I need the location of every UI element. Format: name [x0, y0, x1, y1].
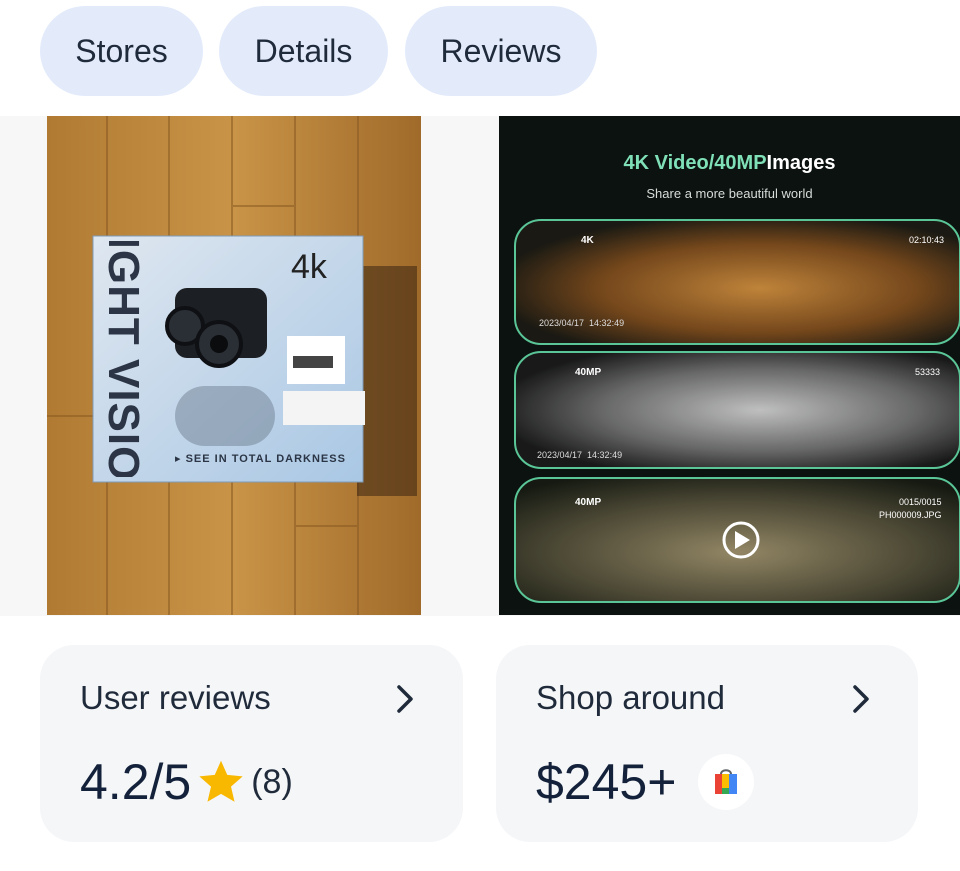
promo-subheading: Share a more beautiful world: [646, 186, 813, 201]
tab-stores-label: Stores: [75, 32, 168, 69]
rating-value: 4.2/5: [80, 754, 192, 810]
price-value: $245+: [536, 754, 677, 810]
box-tagline: ▸ SEE IN TOTAL DARKNESS: [175, 453, 346, 465]
price-row: $245+: [536, 753, 755, 811]
tab-details-label: Details: [254, 32, 353, 69]
user-reviews-title: User reviews: [80, 679, 271, 716]
rating-row: 4.2/5 (8): [80, 753, 293, 811]
chevron-right-icon: [853, 685, 869, 713]
box-badge: 4k: [291, 248, 327, 286]
promo-heading: 4K Video/40MPImages: [623, 152, 836, 174]
tab-stores[interactable]: Stores: [40, 6, 203, 96]
shopping-bag-icon: [698, 754, 755, 810]
product-photo-promo[interactable]: 4K Video/40MPImages Share a more beautif…: [499, 116, 960, 615]
tab-reviews-label: Reviews: [440, 32, 562, 69]
review-count: (8): [251, 762, 293, 801]
tab-reviews[interactable]: Reviews: [405, 6, 597, 96]
star-icon: [199, 760, 243, 802]
box-title: NIGHT VISION: [99, 241, 148, 477]
product-photo-box[interactable]: NIGHT VISION 4k ▸ SEE IN TOTAL DARKNESS: [47, 116, 421, 615]
shop-around-title: Shop around: [536, 679, 725, 716]
shop-around-card[interactable]: Shop around $245+: [496, 645, 918, 842]
tab-details[interactable]: Details: [219, 6, 388, 96]
chevron-right-icon: [397, 685, 413, 713]
user-reviews-card[interactable]: User reviews 4.2/5 (8): [40, 645, 463, 842]
